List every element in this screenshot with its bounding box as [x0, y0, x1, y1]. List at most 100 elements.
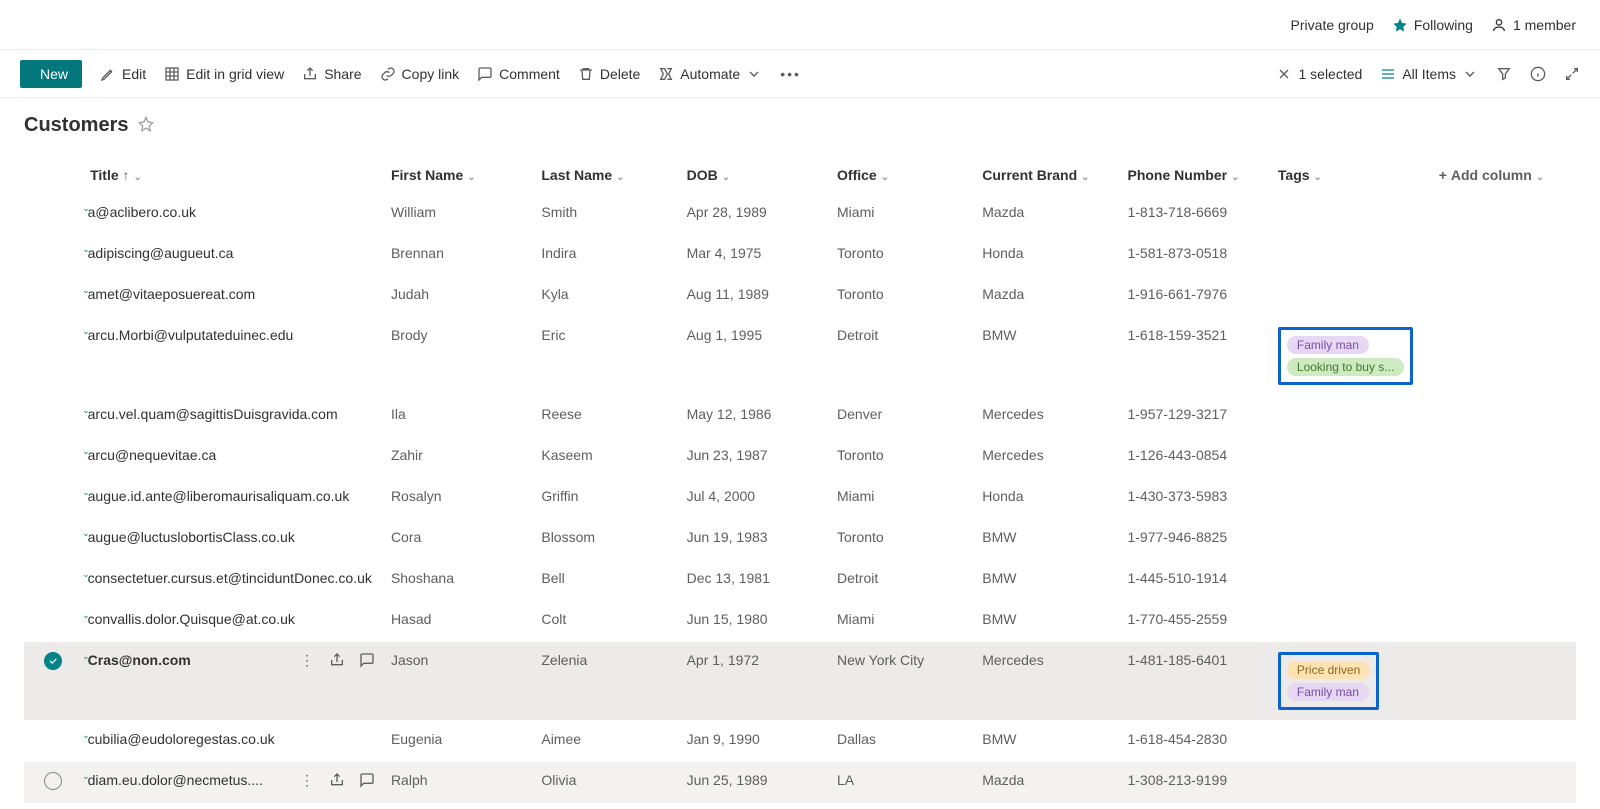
- row-comment-button[interactable]: [359, 772, 375, 791]
- cell-fn: Eugenia: [383, 721, 533, 762]
- col-phone[interactable]: Phone Number⌄: [1119, 157, 1269, 194]
- item-title-link[interactable]: Cras@non.com: [88, 652, 191, 668]
- cell-office: Dallas: [829, 721, 974, 762]
- copy-link-button[interactable]: Copy link: [380, 66, 460, 82]
- col-tags[interactable]: Tags⌄: [1270, 157, 1431, 194]
- table-row[interactable]: ⌄Cras@non.com⋮JasonZeleniaApr 1, 1972New…: [24, 642, 1576, 721]
- expand-button[interactable]: [1564, 66, 1580, 82]
- info-button[interactable]: [1530, 66, 1546, 82]
- col-title[interactable]: Title ↑⌄: [82, 157, 383, 194]
- filter-button[interactable]: [1496, 66, 1512, 82]
- table-row[interactable]: ⌄arcu@nequevitae.caZahirKaseemJun 23, 19…: [24, 437, 1576, 478]
- cell-office: LA: [829, 762, 974, 804]
- expand-icon: [1564, 66, 1580, 82]
- item-title-link[interactable]: arcu@nequevitae.ca: [88, 447, 217, 463]
- col-office[interactable]: Office⌄: [829, 157, 974, 194]
- table-row[interactable]: ⌄cubilia@eudoloregestas.co.uk EugeniaAime…: [24, 721, 1576, 762]
- cell-office: Toronto: [829, 519, 974, 560]
- following-button[interactable]: Following: [1392, 17, 1473, 33]
- item-title-link[interactable]: diam.eu.dolor@necmetus....: [88, 772, 263, 788]
- cell-office: Miami: [829, 478, 974, 519]
- row-share-button[interactable]: [329, 652, 345, 671]
- edit-button[interactable]: Edit: [100, 66, 146, 82]
- cell-brand: Mazda: [974, 194, 1119, 235]
- star-filled-icon: [1392, 17, 1408, 33]
- row-checkbox[interactable]: [44, 772, 62, 790]
- members-button[interactable]: 1 member: [1491, 17, 1576, 33]
- item-title-link[interactable]: cubilia@eudoloregestas.co.uk: [88, 731, 275, 747]
- cell-fn: Brennan: [383, 235, 533, 276]
- cell-ln: Aimee: [533, 721, 678, 762]
- item-title-link[interactable]: adipiscing@augueut.ca: [88, 245, 234, 261]
- col-dob[interactable]: DOB⌄: [679, 157, 829, 194]
- table-row[interactable]: ⌄augue@luctuslobortisClass.co.ukCoraBlos…: [24, 519, 1576, 560]
- cell-fn: Judah: [383, 276, 533, 317]
- view-label: All Items: [1402, 66, 1456, 82]
- table-row[interactable]: ⌄consectetuer.cursus.et@tinciduntDonec.c…: [24, 560, 1576, 601]
- table-row[interactable]: ⌄convallis.dolor.Quisque@at.co.ukHasadCo…: [24, 601, 1576, 642]
- cell-dob: Mar 4, 1975: [679, 235, 829, 276]
- more-actions-button[interactable]: •••: [780, 66, 801, 82]
- cell-brand: Mercedes: [974, 642, 1119, 721]
- cell-office: Toronto: [829, 437, 974, 478]
- row-more-button[interactable]: ⋮: [300, 772, 315, 791]
- table-row[interactable]: ⌄diam.eu.dolor@necmetus....⋮RalphOliviaJ…: [24, 762, 1576, 804]
- cell-ln: Blossom: [533, 519, 678, 560]
- tag-pill: Family man: [1287, 683, 1369, 701]
- delete-button[interactable]: Delete: [578, 66, 640, 82]
- cell-phone: 1-581-873-0518: [1119, 235, 1269, 276]
- view-switcher[interactable]: All Items: [1380, 66, 1478, 82]
- item-title-link[interactable]: augue@luctuslobortisClass.co.uk: [88, 529, 295, 545]
- automate-button[interactable]: Automate: [658, 66, 762, 82]
- table-row[interactable]: ⌄augue.id.ante@liberomaurisaliquam.co.uk…: [24, 478, 1576, 519]
- cell-ln: Smith: [533, 194, 678, 235]
- comment-icon: [477, 66, 493, 82]
- list-scroll-region[interactable]: Customers Title ↑⌄ First Name⌄ Last: [0, 98, 1600, 809]
- cell-dob: Apr 1, 1972: [679, 642, 829, 721]
- edit-grid-button[interactable]: Edit in grid view: [164, 66, 284, 82]
- clear-selection-button[interactable]: 1 selected: [1276, 66, 1362, 82]
- cell-phone: 1-618-454-2830: [1119, 721, 1269, 762]
- grid-icon: [164, 66, 180, 82]
- row-checkbox-checked[interactable]: [44, 652, 62, 670]
- col-last-name[interactable]: Last Name⌄: [533, 157, 678, 194]
- cell-phone: 1-308-213-9199: [1119, 762, 1269, 804]
- cell-dob: Jan 9, 1990: [679, 721, 829, 762]
- item-title-link[interactable]: arcu.vel.quam@sagittisDuisgravida.com: [88, 406, 338, 422]
- table-row[interactable]: ⌄adipiscing@augueut.caBrennanIndiraMar 4…: [24, 235, 1576, 276]
- col-current-brand[interactable]: Current Brand⌄: [974, 157, 1119, 194]
- close-icon: [1276, 66, 1292, 82]
- item-title-link[interactable]: amet@vitaeposuereat.com: [88, 286, 256, 302]
- item-title-link[interactable]: arcu.Morbi@vulputateduinec.edu: [88, 327, 294, 343]
- table-row[interactable]: ⌄a@aclibero.co.ukWilliamSmithApr 28, 198…: [24, 194, 1576, 235]
- share-button[interactable]: Share: [302, 66, 361, 82]
- table-row[interactable]: ⌄arcu.vel.quam@sagittisDuisgravida.comIl…: [24, 396, 1576, 437]
- cell-tags: [1270, 437, 1431, 478]
- item-indicator-icon: ⌄: [82, 285, 90, 295]
- item-indicator-icon: ⌄: [82, 651, 90, 661]
- trash-icon: [578, 66, 594, 82]
- row-comment-button[interactable]: [359, 652, 375, 671]
- row-share-button[interactable]: [329, 772, 345, 791]
- table-row[interactable]: ⌄amet@vitaeposuereat.comJudahKylaAug 11,…: [24, 276, 1576, 317]
- cell-fn: Shoshana: [383, 560, 533, 601]
- cell-office: Toronto: [829, 276, 974, 317]
- row-more-button[interactable]: ⋮: [300, 652, 315, 671]
- col-first-name[interactable]: First Name⌄: [383, 157, 533, 194]
- col-select[interactable]: [24, 157, 82, 194]
- item-title-link[interactable]: a@aclibero.co.uk: [88, 204, 196, 220]
- list-title: Customers: [24, 114, 128, 137]
- cell-dob: Jun 25, 1989: [679, 762, 829, 804]
- item-indicator-icon: ⌄: [82, 730, 90, 740]
- edit-grid-label: Edit in grid view: [186, 66, 284, 82]
- comment-button[interactable]: Comment: [477, 66, 560, 82]
- item-title-link[interactable]: consectetuer.cursus.et@tinciduntDonec.co…: [88, 570, 372, 586]
- cell-brand: Mercedes: [974, 437, 1119, 478]
- item-title-link[interactable]: convallis.dolor.Quisque@at.co.uk: [88, 611, 295, 627]
- add-column-button[interactable]: +Add column⌄: [1431, 157, 1576, 194]
- cell-fn: Rosalyn: [383, 478, 533, 519]
- new-button[interactable]: New: [20, 60, 82, 88]
- item-title-link[interactable]: augue.id.ante@liberomaurisaliquam.co.uk: [88, 488, 350, 504]
- favorite-toggle[interactable]: [138, 116, 154, 135]
- table-row[interactable]: ⌄arcu.Morbi@vulputateduinec.eduBrodyEric…: [24, 317, 1576, 396]
